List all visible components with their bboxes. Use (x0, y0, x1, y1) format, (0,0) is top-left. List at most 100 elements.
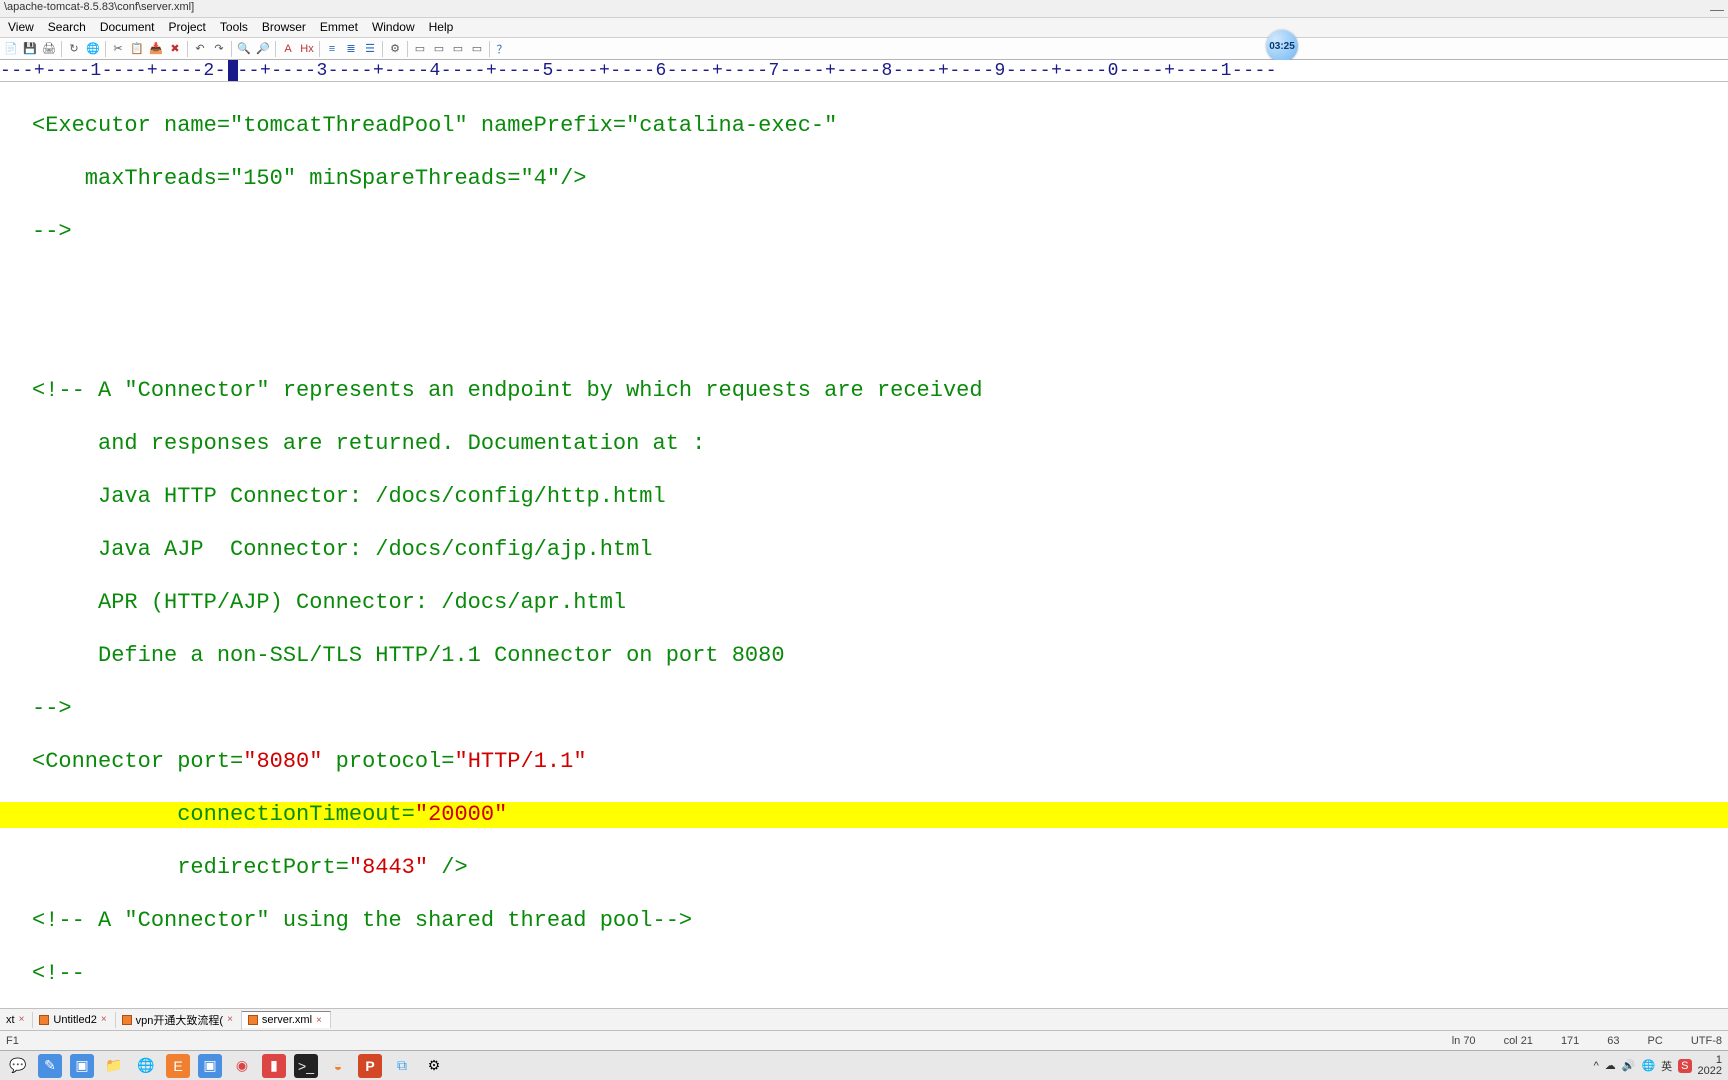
editplus-icon[interactable]: E (166, 1054, 190, 1078)
indent-icon[interactable]: ≡ (323, 40, 341, 58)
menu-browser[interactable]: Browser (256, 18, 312, 37)
tray-ime-label[interactable]: 英 (1661, 1058, 1672, 1074)
paste-icon[interactable]: 📥 (147, 40, 165, 58)
menu-document[interactable]: Document (94, 18, 161, 37)
gear-icon[interactable]: ⚙ (386, 40, 404, 58)
terminal-icon[interactable]: >_ (294, 1054, 318, 1078)
wechat-icon[interactable]: 💬 (6, 1054, 30, 1078)
tray-chevron-up-icon[interactable]: ^ (1594, 1060, 1599, 1072)
panel3-icon[interactable]: ▭ (449, 40, 467, 58)
delete-icon[interactable]: ✖ (166, 40, 184, 58)
menu-window[interactable]: Window (366, 18, 421, 37)
code-line: Java AJP Connector: /docs/config/ajp.htm… (32, 537, 1728, 564)
menu-project[interactable]: Project (163, 18, 212, 37)
status-val2: 63 (1607, 1035, 1619, 1047)
status-line: ln 70 (1452, 1035, 1476, 1047)
code-line: Java HTTP Connector: /docs/config/http.h… (32, 484, 1728, 511)
explorer-icon[interactable]: 📁 (102, 1054, 126, 1078)
menu-view[interactable]: View (2, 18, 40, 37)
pad (32, 855, 177, 880)
copy-icon[interactable]: 📋 (128, 40, 146, 58)
close-icon[interactable]: × (101, 1014, 107, 1025)
file-icon (122, 1015, 132, 1025)
window-title-bar: \apache-tomcat-8.5.83\conf\server.xml] — (0, 0, 1728, 18)
format-icon[interactable]: A (279, 40, 297, 58)
tab-label: xt (6, 1014, 15, 1026)
status-mode: PC (1648, 1035, 1663, 1047)
document-tab[interactable]: vpn开通大致流程( × (116, 1010, 242, 1030)
close-icon[interactable]: × (227, 1014, 233, 1025)
app-icon[interactable]: ◉ (230, 1054, 254, 1078)
menu-help[interactable]: Help (423, 18, 460, 37)
code-line: --> (32, 696, 1728, 723)
panel4-icon[interactable]: ▭ (468, 40, 486, 58)
attr-value: "8080" (243, 749, 322, 774)
outdent-icon[interactable]: ≣ (342, 40, 360, 58)
tab-label: vpn开通大致流程( (136, 1012, 223, 1028)
attr-value: "HTTP/1.1" (455, 749, 587, 774)
refresh-icon[interactable]: ↻ (65, 40, 83, 58)
toolbar-sep (105, 41, 106, 57)
column-ruler: ---+----1----+----2----+----3----+----4-… (0, 60, 1728, 82)
tray-volume-icon[interactable]: 🔊 (1622, 1059, 1636, 1072)
find-icon[interactable]: 🔍 (235, 40, 253, 58)
menu-emmet[interactable]: Emmet (314, 18, 364, 37)
tab-label: server.xml (262, 1014, 312, 1026)
menu-search[interactable]: Search (42, 18, 92, 37)
menu-tools[interactable]: Tools (214, 18, 254, 37)
pad (32, 802, 177, 827)
powerpoint-icon[interactable]: P (358, 1054, 382, 1078)
replace-icon[interactable]: 🔎 (254, 40, 272, 58)
vscode-icon[interactable]: ⧉ (390, 1054, 414, 1078)
app-icon[interactable]: ◒ (326, 1054, 350, 1078)
app-icon[interactable]: ✎ (38, 1054, 62, 1078)
chrome-icon[interactable]: 🌐 (134, 1054, 158, 1078)
tray-network-icon[interactable]: 🌐 (1641, 1059, 1655, 1072)
browser-icon[interactable]: 🌐 (84, 40, 102, 58)
tray-clock[interactable]: 12022 (1698, 1055, 1722, 1077)
ruler-caret (228, 60, 238, 82)
panel1-icon[interactable]: ▭ (411, 40, 429, 58)
close-icon[interactable]: × (19, 1014, 25, 1025)
app-icon[interactable]: ▣ (70, 1054, 94, 1078)
new-file-icon[interactable]: 📄 (2, 40, 20, 58)
attr-name: redirectPort= (177, 855, 349, 880)
app-icon[interactable]: ▣ (198, 1054, 222, 1078)
code-line: APR (HTTP/AJP) Connector: /docs/apr.html (32, 590, 1728, 617)
settings-icon[interactable]: ⚙ (422, 1054, 446, 1078)
toolbar: 📄 💾 🖨 ↻ 🌐 ✂ 📋 📥 ✖ ↶ ↷ 🔍 🔎 A Hx ≡ ≣ ☰ ⚙ ▭… (0, 38, 1728, 60)
undo-icon[interactable]: ↶ (191, 40, 209, 58)
app-icon[interactable]: ▮ (262, 1054, 286, 1078)
code-editor[interactable]: <Executor name="tomcatThreadPool" namePr… (0, 82, 1728, 1008)
code-line: Define a non-SSL/TLS HTTP/1.1 Connector … (32, 643, 1728, 670)
document-tab[interactable]: Untitled2 × (33, 1012, 115, 1028)
toolbar-sep (61, 41, 62, 57)
windows-taskbar: 💬 ✎ ▣ 📁 🌐 E ▣ ◉ ▮ >_ ◒ P ⧉ ⚙ ^ ☁ 🔊 🌐 英 S… (0, 1050, 1728, 1080)
close-icon[interactable]: × (316, 1015, 322, 1026)
tray-cloud-icon[interactable]: ☁ (1605, 1059, 1616, 1072)
cut-icon[interactable]: ✂ (109, 40, 127, 58)
print-icon[interactable]: 🖨 (40, 40, 58, 58)
window-title: \apache-tomcat-8.5.83\conf\server.xml] (4, 1, 194, 16)
status-col: col 21 (1504, 1035, 1533, 1047)
list-icon[interactable]: ☰ (361, 40, 379, 58)
toolbar-sep (382, 41, 383, 57)
toolbar-sep (275, 41, 276, 57)
highlighted-line: connectionTimeout="20000" (0, 802, 1728, 829)
status-help-key: F1 (6, 1035, 19, 1047)
code-line: --> (32, 219, 1728, 246)
save-icon[interactable]: 💾 (21, 40, 39, 58)
minimize-icon[interactable]: — (1710, 1, 1724, 16)
redo-icon[interactable]: ↷ (210, 40, 228, 58)
toolbar-sep (187, 41, 188, 57)
tray-app-icon[interactable]: S (1678, 1059, 1691, 1073)
tab-label: Untitled2 (53, 1014, 96, 1026)
code-line: maxThreads="150" minSpareThreads="4"/> (32, 166, 1728, 193)
help-icon[interactable]: ？ (493, 40, 511, 58)
code-line: <Executor name="tomcatThreadPool" namePr… (32, 113, 1728, 140)
tag-open: <Connector (32, 749, 177, 774)
heading-icon[interactable]: Hx (298, 40, 316, 58)
panel2-icon[interactable]: ▭ (430, 40, 448, 58)
document-tab-active[interactable]: server.xml × (242, 1011, 331, 1028)
document-tab[interactable]: xt × (0, 1012, 33, 1028)
